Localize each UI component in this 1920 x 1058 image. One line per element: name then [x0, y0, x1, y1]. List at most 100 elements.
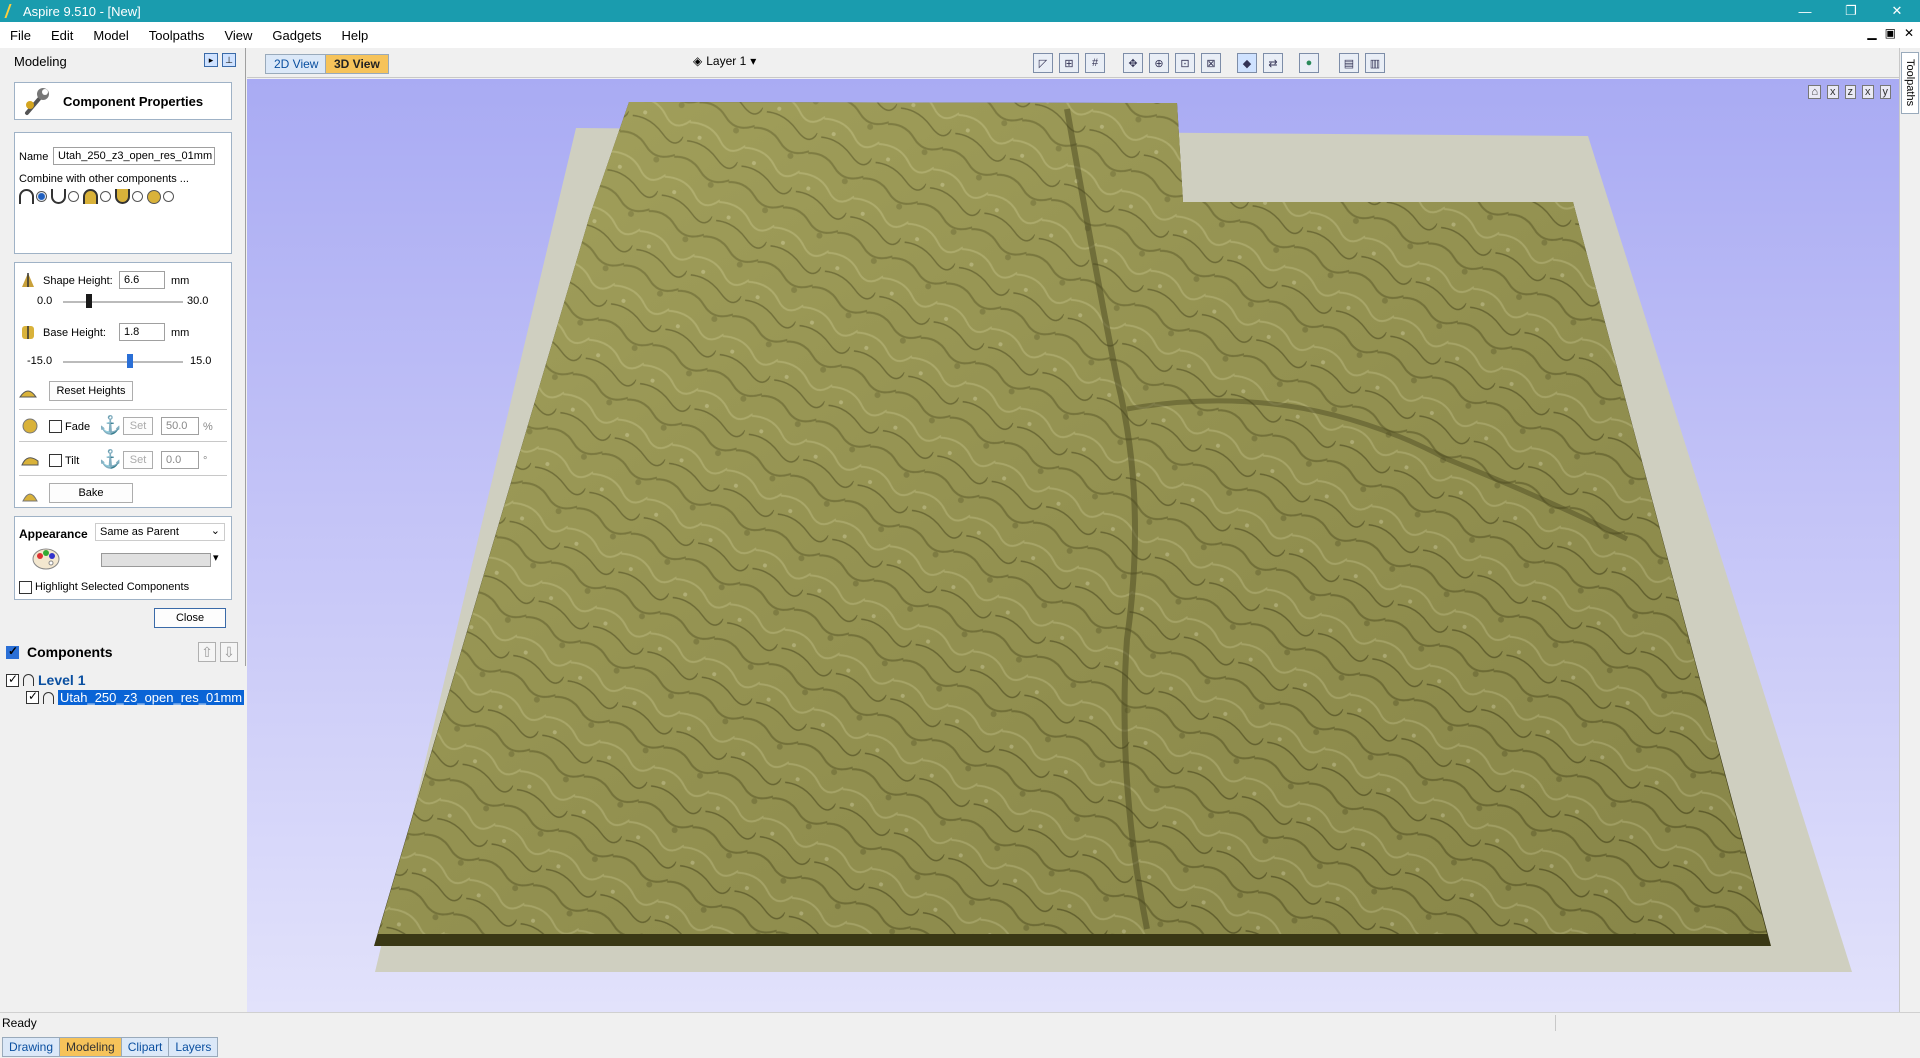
view-x-icon[interactable]: x: [1827, 85, 1839, 99]
combine-low-option[interactable]: [115, 189, 143, 204]
panel-dock-icon[interactable]: ▸: [204, 53, 218, 67]
components-tree: Level 1 Utah_250_z3_open_res_01mm: [0, 666, 246, 1016]
layer-dropdown[interactable]: ◈ Layer 1 ▾: [693, 54, 756, 68]
zoom-box-icon[interactable]: ⊡: [1175, 53, 1195, 73]
view-reset-icon[interactable]: ⌂: [1808, 85, 1821, 99]
tree-component-node[interactable]: Utah_250_z3_open_res_01mm: [26, 689, 245, 705]
panel-header: Modeling ▸ ⊥: [0, 48, 246, 74]
menu-model[interactable]: Model: [83, 28, 138, 43]
tab-clipart[interactable]: Clipart: [120, 1037, 170, 1057]
menu-file[interactable]: File: [0, 28, 41, 43]
combine-subtract-option[interactable]: [51, 189, 79, 204]
view-neg-x-icon[interactable]: x: [1862, 85, 1874, 99]
shape-height-slider[interactable]: [63, 301, 183, 303]
shape-height-label: Shape Height:: [43, 275, 113, 287]
menu-toolpaths[interactable]: Toolpaths: [139, 28, 215, 43]
zoom-icon[interactable]: ⊕: [1149, 53, 1169, 73]
tab-2d-view[interactable]: 2D View: [265, 54, 328, 74]
base-min-label: -15.0: [27, 355, 53, 367]
shape-height-input[interactable]: 6.6: [119, 271, 165, 289]
name-section: Name Utah_250_z3_open_res_01mm Combine w…: [14, 132, 232, 254]
fade-set-button[interactable]: Set: [123, 417, 153, 435]
base-height-input[interactable]: 1.8: [119, 323, 165, 341]
combine-merge-option[interactable]: [83, 189, 111, 204]
combine-merge-radio[interactable]: [100, 191, 111, 202]
highlight-checkbox[interactable]: [19, 581, 32, 594]
bake-button[interactable]: Bake: [49, 483, 133, 503]
components-checkbox[interactable]: [6, 644, 19, 659]
name-label: Name: [19, 151, 49, 163]
combine-add-option[interactable]: [19, 189, 47, 204]
zoom-extents-icon[interactable]: ⊠: [1201, 53, 1221, 73]
tab-drawing[interactable]: Drawing: [2, 1037, 61, 1057]
component-checkbox[interactable]: [26, 689, 39, 704]
tab-3d-view[interactable]: 3D View: [325, 54, 389, 74]
close-window-button[interactable]: ✕: [1874, 0, 1920, 22]
maximize-button[interactable]: ❐: [1828, 0, 1874, 22]
mdi-minimize-button[interactable]: ▁: [1867, 26, 1876, 40]
divider: [19, 441, 227, 442]
appearance-select-value: Same as Parent: [100, 526, 179, 538]
menu-gadgets[interactable]: Gadgets: [262, 28, 331, 43]
shape-max-label: 30.0: [187, 295, 209, 307]
shape-height-icon: [22, 273, 34, 287]
close-button[interactable]: Close: [154, 608, 226, 628]
tilt-anchor-icon[interactable]: ⚓: [99, 449, 121, 470]
mdi-close-button[interactable]: ✕: [1904, 26, 1914, 40]
combine-add-radio[interactable]: [36, 191, 47, 202]
view-z-icon[interactable]: z: [1844, 85, 1856, 99]
move-down-button[interactable]: ⇩: [220, 642, 238, 662]
material-icon[interactable]: ●: [1299, 53, 1319, 73]
combine-multiply-option[interactable]: [147, 189, 174, 204]
split-vertical-icon[interactable]: ▥: [1365, 53, 1385, 73]
transform-icon[interactable]: ⇄: [1263, 53, 1283, 73]
select-mode-icon[interactable]: ◆: [1237, 53, 1257, 73]
combine-multiply-radio[interactable]: [163, 191, 174, 202]
split-horizontal-icon[interactable]: ▤: [1339, 53, 1359, 73]
move-up-button[interactable]: ⇧: [198, 642, 216, 662]
minimize-button[interactable]: —: [1782, 0, 1828, 22]
name-input[interactable]: Utah_250_z3_open_res_01mm: [53, 147, 215, 165]
level-icon: [23, 674, 34, 686]
combine-subtract-radio[interactable]: [68, 191, 79, 202]
view-top-icon[interactable]: ⊞: [1059, 53, 1079, 73]
color-dropdown-icon[interactable]: ▾: [213, 551, 219, 564]
shape-height-slider-thumb[interactable]: [86, 294, 93, 308]
grid-icon[interactable]: #: [1085, 53, 1105, 73]
menu-help[interactable]: Help: [332, 28, 379, 43]
combine-low-radio[interactable]: [132, 191, 143, 202]
fade-checkbox[interactable]: [49, 420, 62, 433]
pan-icon[interactable]: ✥: [1123, 53, 1143, 73]
fade-value-input[interactable]: 50.0: [161, 417, 199, 435]
menu-view[interactable]: View: [214, 28, 262, 43]
reset-heights-button[interactable]: Reset Heights: [49, 381, 133, 401]
view-y-icon[interactable]: y: [1879, 85, 1891, 99]
view-iso-icon[interactable]: ◸: [1033, 53, 1053, 73]
fade-label: Fade: [65, 421, 91, 433]
3d-viewport[interactable]: ⌂ x z x y: [247, 79, 1899, 1012]
tree-level-node[interactable]: Level 1: [6, 672, 85, 688]
components-title: Components: [27, 644, 113, 660]
tilt-set-button[interactable]: Set: [123, 451, 153, 469]
appearance-select[interactable]: Same as Parent ⌄: [95, 523, 225, 541]
component-properties-title: Component Properties: [63, 93, 204, 109]
color-swatch[interactable]: [101, 553, 211, 567]
menu-edit[interactable]: Edit: [41, 28, 83, 43]
fade-anchor-icon[interactable]: ⚓: [99, 415, 121, 436]
toolpaths-tab[interactable]: Toolpaths: [1901, 52, 1919, 114]
tab-modeling[interactable]: Modeling: [59, 1037, 122, 1057]
level-checkbox[interactable]: [6, 672, 19, 687]
pin-icon[interactable]: ⊥: [222, 53, 236, 67]
palette-icon[interactable]: [31, 547, 61, 571]
tab-layers[interactable]: Layers: [168, 1037, 219, 1057]
mdi-restore-button[interactable]: ▣: [1885, 26, 1896, 40]
tilt-label: Tilt: [65, 455, 80, 467]
base-height-slider[interactable]: [63, 361, 183, 363]
base-height-slider-thumb[interactable]: [127, 354, 134, 368]
terrain-scene: [374, 102, 1852, 972]
reset-heights-icon: [19, 390, 37, 398]
component-properties-header: Component Properties: [14, 82, 232, 120]
tilt-checkbox[interactable]: [49, 454, 62, 467]
modeling-panel: Modeling ▸ ⊥ Component Properties Name U…: [0, 48, 246, 1057]
tilt-value-input[interactable]: 0.0: [161, 451, 199, 469]
